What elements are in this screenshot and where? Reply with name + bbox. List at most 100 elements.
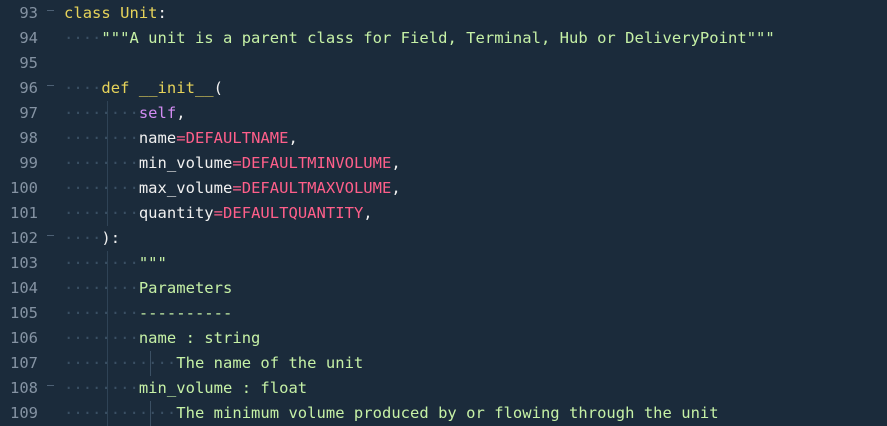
code-token: """A unit is a parent class for Field, T… [101, 29, 775, 47]
code-text: ········---------- [64, 301, 232, 326]
code-line[interactable]: 104 ········Parameters [0, 276, 887, 301]
code-token: Unit [120, 4, 158, 22]
line-number: 109 [10, 404, 38, 422]
code-token: Parameters [138, 279, 233, 297]
code-text: ····"""A unit is a parent class for Fiel… [64, 26, 775, 51]
code-token: self [138, 104, 177, 122]
whitespace-dots: ········ [64, 104, 139, 122]
whitespace-dots: ········ [64, 154, 139, 172]
line-number: 108 [10, 379, 38, 397]
code-token: = [232, 154, 242, 172]
code-editor[interactable]: 93 class Unit: 94 ····"""A unit is a parent… [0, 0, 887, 426]
code-token: = [176, 129, 186, 147]
code-line[interactable]: 97 ········self, [0, 101, 887, 126]
whitespace-dots: ········ [64, 179, 139, 197]
code-line[interactable]: 107 ············The name of the unit [0, 351, 887, 376]
code-line[interactable]: 109 ············The minimum volume produc… [0, 401, 887, 426]
code-text: ········quantity=DEFAULTQUANTITY, [64, 201, 373, 226]
code-text: ········name : string [64, 326, 260, 351]
code-token: DEFAULTQUANTITY [223, 204, 364, 222]
code-line[interactable]: 95 [0, 51, 887, 76]
code-text: ········min_volume=DEFAULTMINVOLUME, [64, 151, 401, 176]
line-number: 103 [10, 254, 38, 272]
code-line[interactable]: 106 ········name : string [0, 326, 887, 351]
code-text: ············The minimum volume produced … [64, 401, 719, 426]
code-text: ········min_volume : float [64, 376, 307, 401]
whitespace-dots: ········ [64, 204, 139, 222]
whitespace-dots: ········ [64, 379, 139, 397]
whitespace-dots: ········ [64, 329, 139, 347]
code-token: min_volume : float [138, 379, 308, 397]
code-line[interactable]: 96 ····def __init__( [0, 76, 887, 101]
code-line[interactable]: 102 ····): [0, 226, 887, 251]
fold-marker-icon[interactable] [47, 10, 54, 11]
code-token: = [213, 204, 224, 222]
line-number: 97 [19, 104, 38, 122]
code-line[interactable]: 105 ········---------- [0, 301, 887, 326]
whitespace-dots: ···· [64, 229, 102, 247]
line-number: 101 [10, 204, 38, 222]
code-token: name : string [138, 329, 261, 347]
fold-marker-icon[interactable] [47, 235, 54, 236]
code-text: ········name=DEFAULTNAME, [64, 126, 298, 151]
code-text: ····): [64, 226, 120, 251]
code-token: = [232, 179, 242, 197]
line-number: 102 [10, 229, 38, 247]
fold-marker-icon[interactable] [47, 385, 54, 386]
code-token: __init__ [138, 79, 214, 97]
code-token: , [391, 179, 401, 197]
fold-marker-icon[interactable] [47, 85, 54, 86]
line-number: 96 [19, 79, 38, 97]
code-text: ········max_volume=DEFAULTMAXVOLUME, [64, 176, 401, 201]
code-token: ( [213, 79, 224, 97]
code-token: , [363, 204, 373, 222]
whitespace-dots: ············ [64, 404, 177, 422]
line-number: 95 [19, 54, 38, 72]
code-token: , [391, 154, 401, 172]
code-token: name [138, 129, 177, 147]
line-number: 94 [19, 29, 38, 47]
code-line[interactable]: 93 class Unit: [0, 1, 887, 26]
code-text: ········self, [64, 101, 186, 126]
code-token: max_volume [138, 179, 233, 197]
code-token: min_volume [138, 154, 233, 172]
code-token: DEFAULTNAME [185, 129, 289, 147]
code-token: class [64, 4, 111, 22]
code-token: DEFAULTMAXVOLUME [241, 179, 392, 197]
line-number: 105 [10, 304, 38, 322]
code-token: def [101, 79, 130, 97]
code-line[interactable]: 98 ········name=DEFAULTNAME, [0, 126, 887, 151]
code-line[interactable]: 100 ········max_volume=DEFAULTMAXVOLUME, [0, 176, 887, 201]
code-token: The minimum volume produced by or flowin… [176, 404, 719, 422]
code-token: , [288, 129, 298, 147]
code-token: DEFAULTMINVOLUME [241, 154, 392, 172]
code-token: """ [138, 254, 167, 272]
code-line[interactable]: 94 ····"""A unit is a parent class for Fi… [0, 26, 887, 51]
code-text: ············The name of the unit [64, 351, 363, 376]
code-text: ····def __init__( [64, 76, 223, 101]
code-text: ········""" [64, 251, 167, 276]
whitespace-dots: ············ [64, 354, 177, 372]
line-number: 107 [10, 354, 38, 372]
code-line[interactable]: 103 ········""" [0, 251, 887, 276]
code-text: ········Parameters [64, 276, 232, 301]
whitespace-dots: ···· [64, 79, 102, 97]
code-line[interactable]: 99 ········min_volume=DEFAULTMINVOLUME, [0, 151, 887, 176]
whitespace-dots: ········ [64, 129, 139, 147]
line-number: 100 [10, 179, 38, 197]
line-number: 104 [10, 279, 38, 297]
whitespace-dots: ········ [64, 304, 139, 322]
code-token: ---------- [138, 304, 233, 322]
code-token: ): [101, 229, 121, 247]
whitespace-dots: ···· [64, 29, 102, 47]
line-number: 106 [10, 329, 38, 347]
code-token: quantity [138, 204, 214, 222]
code-token: : [157, 4, 167, 22]
code-line[interactable]: 108 ········min_volume : float [0, 376, 887, 401]
line-number: 98 [19, 129, 38, 147]
code-token: The name of the unit [176, 354, 364, 372]
code-text: class Unit: [64, 1, 167, 26]
line-number: 93 [19, 4, 38, 22]
code-line[interactable]: 101 ········quantity=DEFAULTQUANTITY, [0, 201, 887, 226]
